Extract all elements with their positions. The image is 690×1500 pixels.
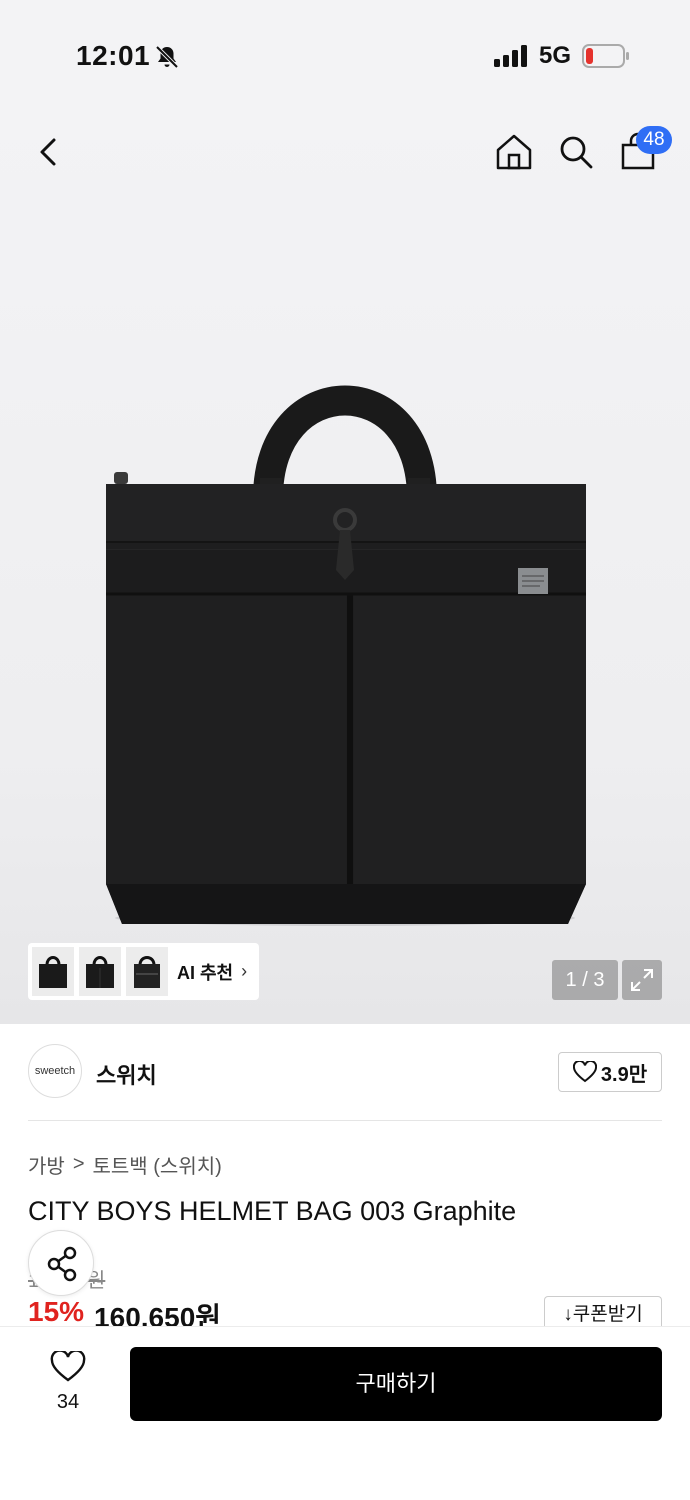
ai-recommend-strip[interactable]: AI 추천 › [28, 943, 259, 1000]
thumbnail-1[interactable] [32, 947, 74, 996]
expand-icon [631, 969, 653, 991]
expand-image-button[interactable] [622, 960, 662, 1000]
status-time: 12:01 [76, 40, 151, 71]
network-type: 5G [539, 42, 572, 69]
back-icon[interactable] [30, 132, 66, 172]
breadcrumb-item-category[interactable]: 가방 [28, 1150, 65, 1179]
discount-rate: 15% [28, 1296, 85, 1326]
battery-low-icon [582, 44, 629, 68]
breadcrumb-separator: > [72, 1153, 85, 1175]
brand-row: sweetch 스위치 3.9만 [0, 1024, 690, 1120]
heart-icon[interactable] [50, 1351, 86, 1383]
ai-recommend-label[interactable]: AI 추천 [177, 959, 233, 985]
thumbnail-2[interactable] [79, 947, 121, 996]
thumbnail-3[interactable] [126, 947, 168, 996]
breadcrumb: 가방 > 토트백 (스위치) [28, 1150, 222, 1179]
home-icon[interactable] [494, 132, 534, 172]
bell-slash-icon [155, 45, 179, 69]
signal-icon [494, 45, 527, 67]
product-title: CITY BOYS HELMET BAG 003 Graphite [28, 1196, 517, 1226]
brand-logo[interactable]: sweetch [28, 1044, 82, 1098]
breadcrumb-item-subcategory[interactable]: 토트백 (스위치) [93, 1150, 222, 1179]
bag-thumbnail-icon [134, 955, 160, 988]
search-icon[interactable] [556, 132, 596, 172]
sale-price: 160,650원 [94, 1302, 222, 1326]
buy-button[interactable]: 구매하기 [130, 1347, 662, 1421]
price-row: 15% 160,650원 [28, 1296, 221, 1326]
bag-thumbnail-icon [39, 955, 67, 988]
divider [28, 1120, 662, 1121]
bottom-action-bar: 34 구매하기 [0, 1326, 690, 1500]
cart-count-badge: 48 [636, 126, 672, 154]
coupon-button[interactable]: ↓쿠폰받기 [544, 1296, 662, 1326]
bag-thumbnail-icon [86, 955, 114, 988]
share-button[interactable] [28, 1230, 94, 1296]
share-icon [47, 1246, 77, 1282]
wish-count: 34 [56, 1391, 80, 1413]
product-image[interactable] [100, 378, 590, 926]
heart-icon [572, 1061, 597, 1083]
chevron-right-icon: › [241, 961, 248, 981]
brand-like-button[interactable]: 3.9만 [558, 1052, 662, 1092]
brand-like-count: 3.9만 [600, 1063, 648, 1086]
status-bar: 12:01 5G [0, 0, 690, 110]
image-page-counter: 1 / 3 [552, 960, 618, 1000]
brand-name[interactable]: 스위치 [96, 1058, 157, 1090]
top-nav: 48 [0, 110, 690, 198]
